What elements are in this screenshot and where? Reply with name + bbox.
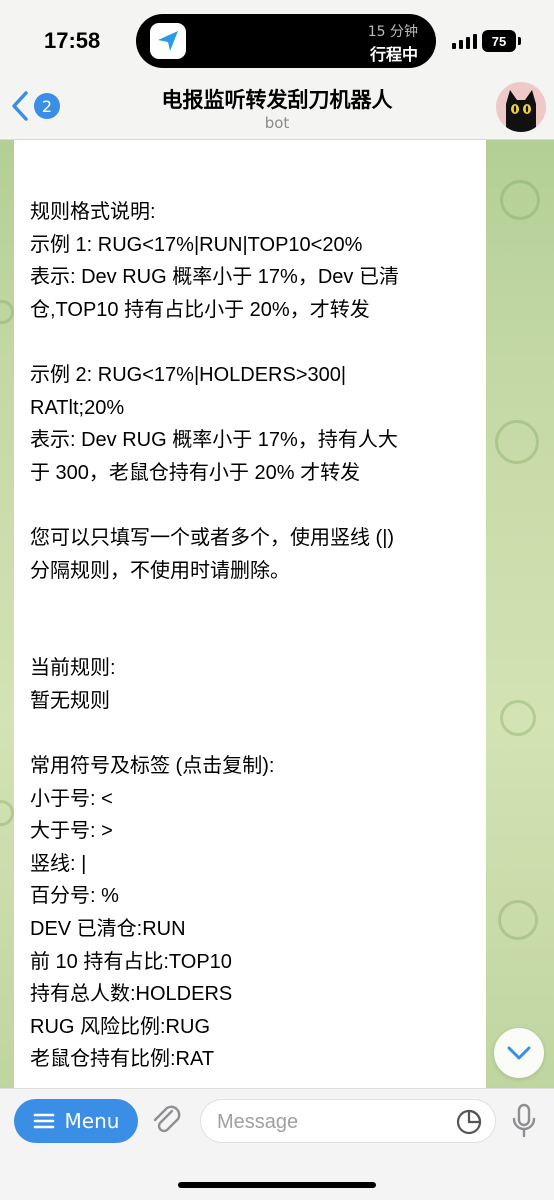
message-line: 表示: Dev RUG 概率小于 17%，Dev 已清 — [30, 266, 399, 289]
signal-icon — [452, 34, 477, 49]
message-line — [30, 489, 480, 522]
message-line: 持有总人数:HOLDERS — [30, 983, 233, 1006]
chat-subtitle: bot — [264, 114, 290, 132]
message-line — [30, 587, 480, 620]
avatar[interactable] — [496, 82, 546, 132]
message-line — [30, 718, 480, 751]
black-cat-avatar-icon — [506, 90, 536, 132]
hamburger-icon — [33, 1113, 54, 1129]
island-duration: 15 分钟 — [367, 24, 418, 40]
chevron-down-icon — [507, 1046, 531, 1060]
message-text: 规则格式说明: 示例 1: RUG<17%|RUN|TOP10<20% 表示: De… — [30, 196, 480, 1076]
dynamic-island[interactable]: 15 分钟 行程中 — [136, 14, 436, 68]
message-line: 规则格式说明: — [30, 201, 156, 223]
message-line: DEV 已清仓:RUN — [30, 918, 186, 941]
message-line: 大于号: > — [30, 820, 113, 843]
navigation-app-icon — [150, 23, 186, 59]
chat-title[interactable]: 电报监听转发刮刀机器人 — [0, 84, 554, 114]
message-line: 竖线: | — [30, 852, 87, 875]
message-bubble[interactable]: 规则格式说明: 示例 1: RUG<17%|RUN|TOP10<20% 表示: De… — [14, 140, 486, 1088]
message-line: 百分号: % — [30, 885, 119, 908]
message-line: 表示: Dev RUG 概率小于 17%，持有人大 — [30, 429, 398, 452]
menu-label: Menu — [64, 1109, 120, 1133]
scroll-down-button[interactable] — [494, 1028, 544, 1078]
microphone-icon — [512, 1103, 536, 1138]
menu-button[interactable]: Menu — [14, 1099, 138, 1143]
sticker-button[interactable] — [455, 1108, 483, 1140]
message-input-container — [200, 1099, 496, 1143]
sticker-icon — [456, 1109, 482, 1135]
message-line: 常用符号及标签 (点击复制): — [30, 755, 275, 778]
home-indicator — [178, 1182, 376, 1188]
attach-button[interactable] — [150, 1103, 184, 1143]
message-line: 示例 1: RUG<17%|RUN|TOP10<20% — [30, 233, 363, 256]
message-line: RUG 风险比例:RUG — [30, 1015, 210, 1038]
message-line: 示例 2: RUG<17%|HOLDERS>300| — [30, 363, 347, 386]
message-input[interactable] — [217, 1108, 437, 1136]
message-line: 前 10 持有占比:TOP10 — [30, 950, 232, 973]
message-line — [30, 620, 480, 653]
message-line: 您可以只填写一个或者多个，使用竖线 (|) — [30, 526, 395, 549]
message-line: 仓,TOP10 持有占比小于 20%，才转发 — [30, 298, 370, 321]
battery-tip — [518, 37, 521, 45]
message-line: 分隔规则，不使用时请删除。 — [30, 559, 290, 582]
message-line: 暂无规则 — [30, 689, 110, 712]
message-line: 小于号: < — [30, 787, 113, 810]
battery-icon: 75 — [482, 30, 516, 52]
message-line: 老鼠仓持有比例:RAT — [30, 1048, 215, 1071]
status-time: 17:58 — [44, 28, 101, 53]
island-status: 行程中 — [369, 45, 418, 64]
voice-button[interactable] — [510, 1103, 538, 1143]
message-line: RATlt;20% — [30, 396, 125, 419]
message-line: 当前规则: — [30, 657, 116, 680]
message-line: 于 300，老鼠仓持有小于 20% 才转发 — [30, 461, 361, 484]
paperclip-icon — [153, 1105, 181, 1133]
message-line — [30, 326, 480, 359]
top-bar: 17:58 15 分钟 行程中 75 2 电报监听转发刮刀机器人 bot — [0, 0, 554, 140]
